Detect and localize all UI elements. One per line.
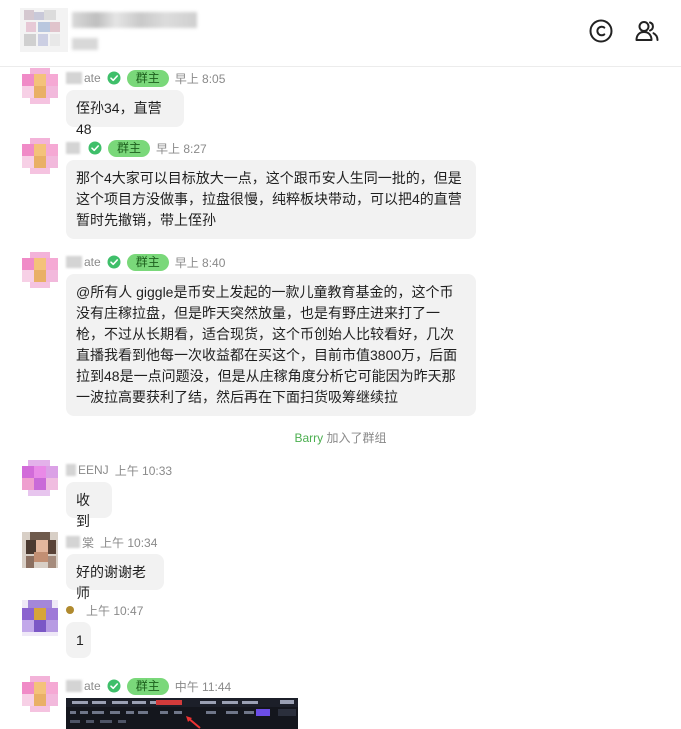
group-name bbox=[72, 12, 197, 28]
group-subtitle bbox=[72, 38, 98, 50]
message-time: 上午 10:33 bbox=[114, 463, 173, 478]
owner-badge: 群主 bbox=[108, 139, 151, 157]
user-avatar[interactable] bbox=[22, 460, 58, 496]
message-time: 早上 8:05 bbox=[174, 71, 226, 86]
message-meta: 上午 10:47 bbox=[66, 602, 143, 618]
message-bubble[interactable]: 好的谢谢老师 bbox=[66, 554, 164, 601]
verified-icon bbox=[107, 71, 121, 85]
message-time: 中午 11:44 bbox=[174, 679, 232, 694]
verified-icon bbox=[107, 679, 121, 693]
owner-badge: 群主 bbox=[126, 677, 169, 695]
sender-name: EENJ bbox=[78, 463, 109, 477]
group-avatar[interactable] bbox=[20, 8, 68, 52]
message-bubble[interactable]: 侄孙34，直营48 bbox=[66, 90, 184, 137]
sender-name-redacted bbox=[66, 72, 82, 84]
sender-name: ate bbox=[84, 71, 101, 85]
sender-name-redacted bbox=[66, 142, 80, 154]
sender-name: ate bbox=[84, 255, 101, 269]
user-avatar[interactable] bbox=[22, 600, 58, 636]
message-time: 早上 8:27 bbox=[156, 141, 207, 156]
message-bubble[interactable]: 那个4大家可以目标放大一点，这个跟币安人生同一批的，但是这个项目方没做事，拉盘很… bbox=[66, 160, 476, 239]
message-meta: ate 群主 早上 8:40 bbox=[66, 253, 226, 271]
message-bubble[interactable]: 收到 bbox=[66, 482, 112, 529]
message-meta: EENJ 上午 10:33 bbox=[66, 462, 172, 478]
message-time: 早上 8:40 bbox=[174, 255, 226, 270]
system-notice-name[interactable]: Barry bbox=[294, 431, 323, 445]
message-meta: ate 群主 早上 8:05 bbox=[66, 69, 226, 87]
owner-badge: 群主 bbox=[126, 253, 169, 271]
members-icon[interactable] bbox=[634, 18, 660, 44]
copyright-icon[interactable] bbox=[588, 18, 614, 44]
message-meta: 棠 上午 10:34 bbox=[66, 534, 157, 550]
image-attachment[interactable] bbox=[66, 698, 298, 729]
chat-header bbox=[0, 0, 681, 67]
sender-name-redacted bbox=[66, 606, 74, 614]
user-avatar[interactable] bbox=[22, 68, 58, 104]
sender-name-redacted bbox=[66, 680, 82, 692]
owner-badge: 群主 bbox=[126, 69, 169, 87]
sender-name: 棠 bbox=[82, 535, 95, 550]
sender-name: ate bbox=[84, 679, 101, 693]
user-avatar[interactable] bbox=[22, 252, 58, 288]
message-time: 上午 10:34 bbox=[100, 535, 158, 550]
verified-icon bbox=[107, 255, 121, 269]
message-bubble[interactable]: @所有人 giggle是币安上发起的一款儿童教育基金的，这个币没有庄稼拉盘，但是… bbox=[66, 274, 476, 416]
message-meta: ate 群主 中午 11:44 bbox=[66, 677, 232, 695]
message-time: 上午 10:47 bbox=[86, 603, 144, 618]
user-avatar[interactable] bbox=[22, 532, 58, 568]
user-avatar[interactable] bbox=[22, 676, 58, 712]
sender-name-redacted bbox=[66, 464, 76, 476]
user-avatar[interactable] bbox=[22, 138, 58, 174]
message-meta: 群主 早上 8:27 bbox=[66, 139, 207, 157]
message-bubble[interactable]: 1 bbox=[66, 622, 91, 658]
system-notice: Barry 加入了群组 bbox=[0, 429, 681, 446]
sender-name-redacted bbox=[66, 256, 82, 268]
system-notice-action: 加入了群组 bbox=[326, 431, 387, 445]
sender-name-redacted bbox=[66, 536, 80, 548]
verified-icon bbox=[88, 141, 102, 155]
